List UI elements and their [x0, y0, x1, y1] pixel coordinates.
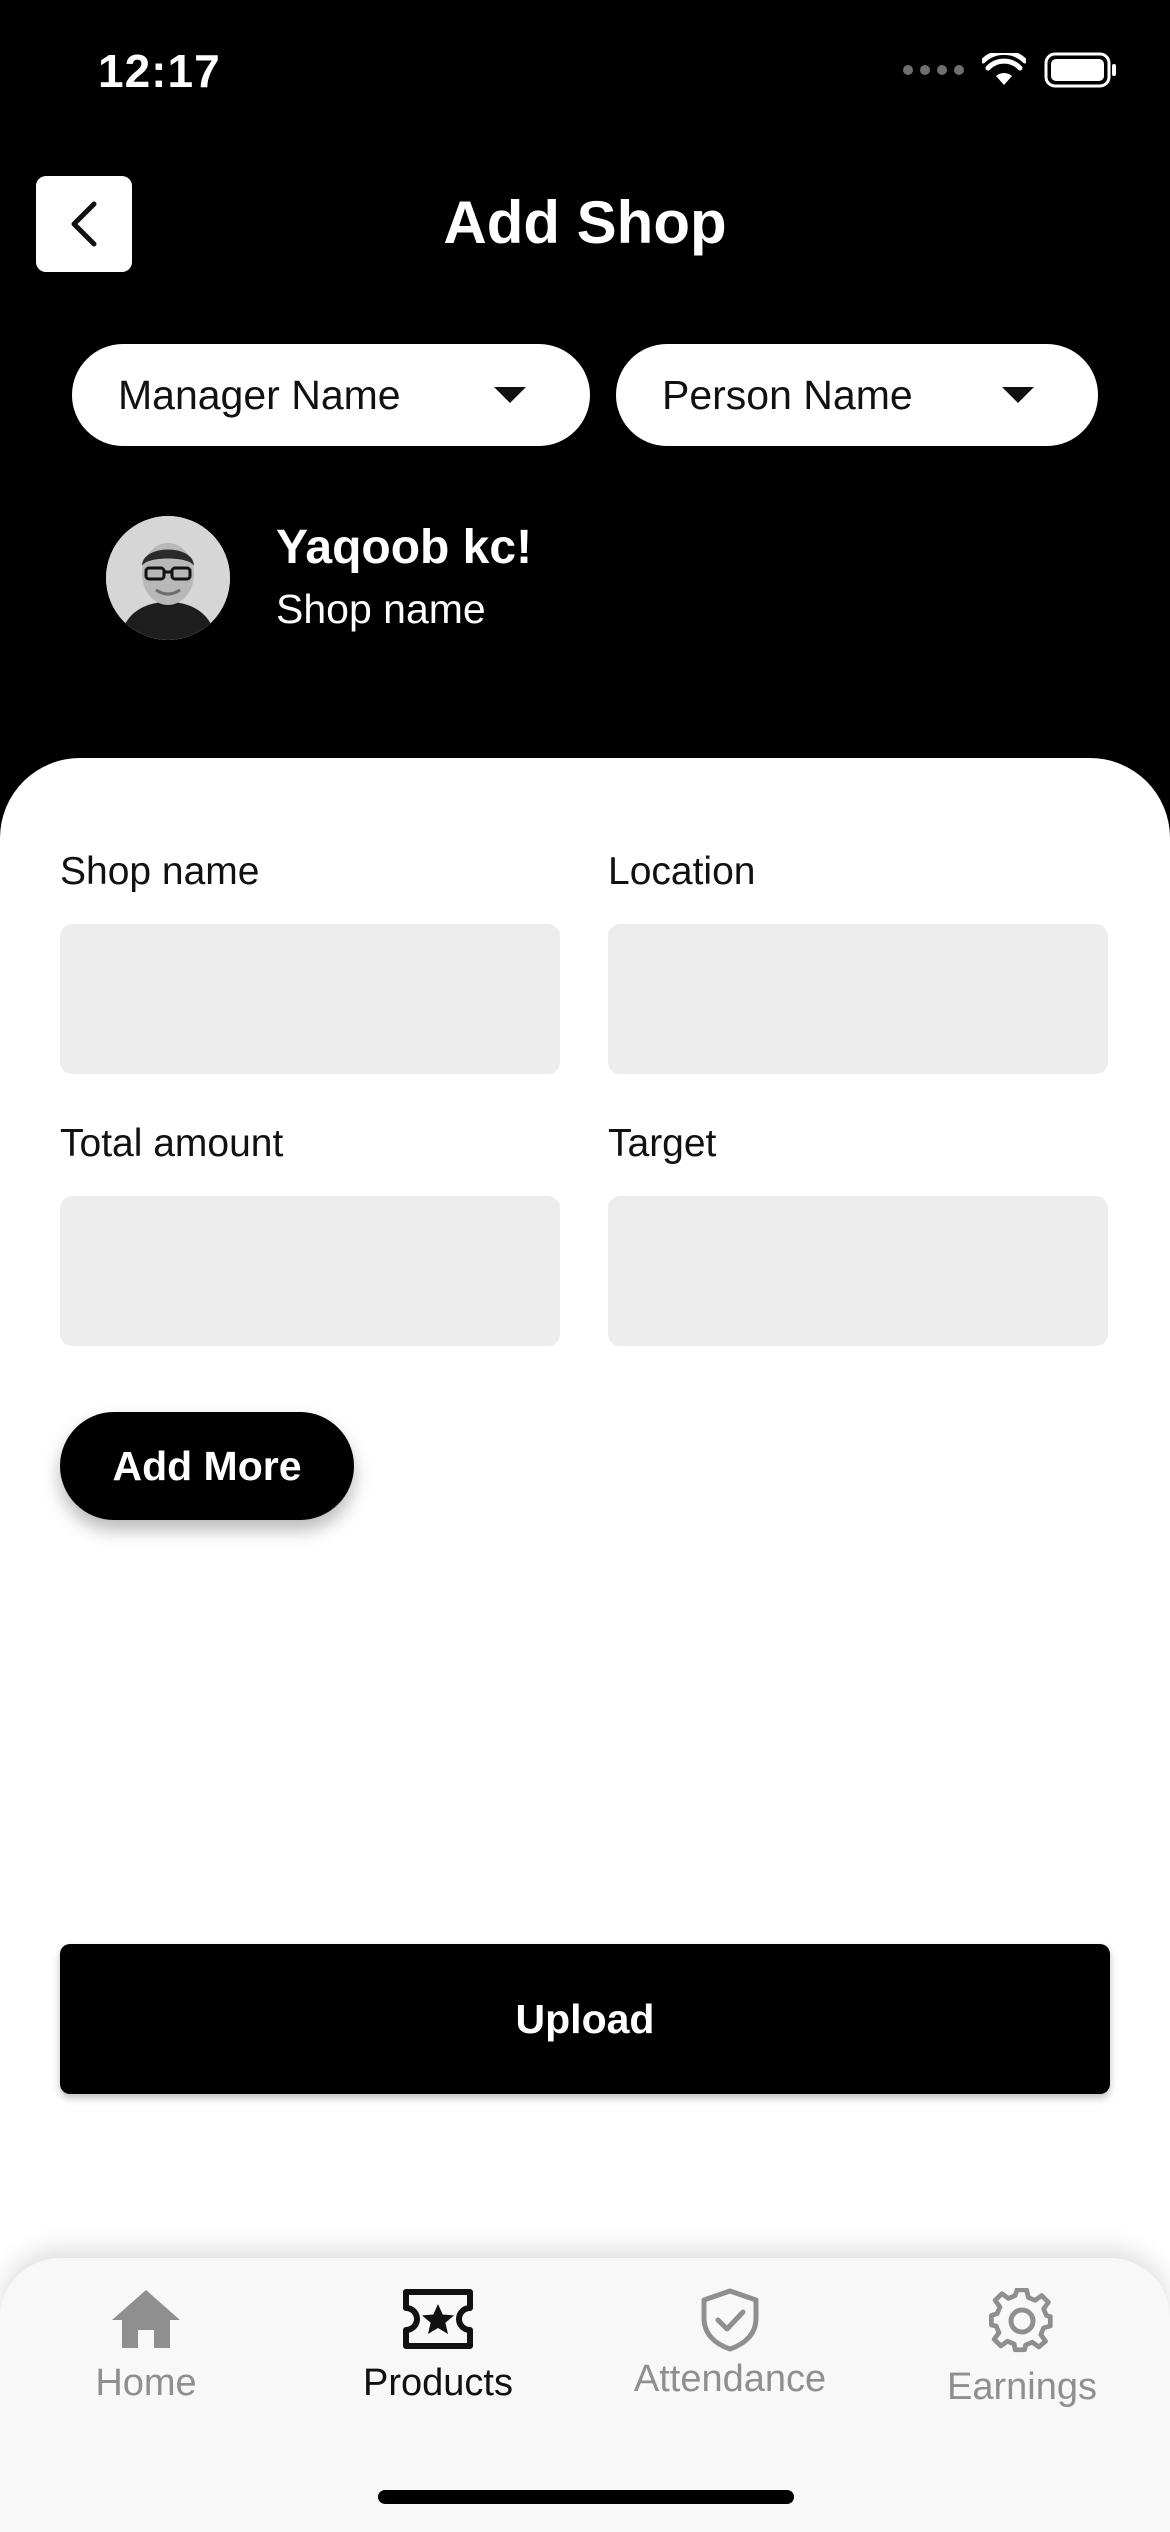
status-bar: 12:17: [0, 0, 1170, 150]
caret-down-icon: [494, 387, 526, 403]
caret-down-icon: [1002, 387, 1034, 403]
manager-name-dropdown-label: Manager Name: [118, 371, 401, 418]
location-label: Location: [608, 850, 756, 893]
home-indicator[interactable]: [378, 2490, 794, 2504]
shield-check-icon: [701, 2288, 759, 2352]
tab-home-label: Home: [95, 2362, 197, 2404]
shop-name-input[interactable]: [60, 924, 560, 1074]
battery-icon: [1044, 52, 1116, 88]
location-input[interactable]: [608, 924, 1108, 1074]
user-name: Yaqoob kc!: [276, 521, 533, 574]
target-label: Target: [608, 1122, 717, 1165]
target-input[interactable]: [608, 1196, 1108, 1346]
add-shop-screen: 12:17 Add Shop Manager Name Person Name …: [0, 0, 1170, 2532]
person-name-dropdown-label: Person Name: [662, 371, 913, 418]
tab-products[interactable]: Products: [292, 2288, 584, 2405]
add-more-button[interactable]: Add More: [60, 1412, 354, 1520]
tab-home[interactable]: Home: [0, 2288, 292, 2405]
tab-attendance[interactable]: Attendance: [584, 2288, 876, 2401]
tab-earnings[interactable]: Earnings: [876, 2288, 1168, 2409]
shop-name-label: Shop name: [60, 850, 260, 893]
tab-products-label: Products: [363, 2362, 513, 2404]
home-icon: [112, 2290, 180, 2348]
total-amount-input[interactable]: [60, 1196, 560, 1346]
wifi-icon: [982, 53, 1026, 85]
tab-earnings-label: Earnings: [947, 2366, 1097, 2408]
upload-button[interactable]: Upload: [60, 1944, 1110, 2094]
page-title: Add Shop: [443, 189, 727, 256]
status-time: 12:17: [98, 45, 221, 97]
cellular-signal-icon: [903, 65, 964, 75]
total-amount-label: Total amount: [60, 1122, 284, 1165]
manager-name-dropdown[interactable]: Manager Name: [72, 344, 590, 446]
status-icons: [903, 52, 1118, 88]
tab-attendance-label: Attendance: [633, 2358, 827, 2400]
gear-icon: [989, 2288, 1053, 2353]
ticket-star-icon: [403, 2289, 473, 2349]
avatar: [106, 516, 230, 640]
person-name-dropdown[interactable]: Person Name: [616, 344, 1098, 446]
user-shop-name: Shop name: [276, 586, 486, 632]
